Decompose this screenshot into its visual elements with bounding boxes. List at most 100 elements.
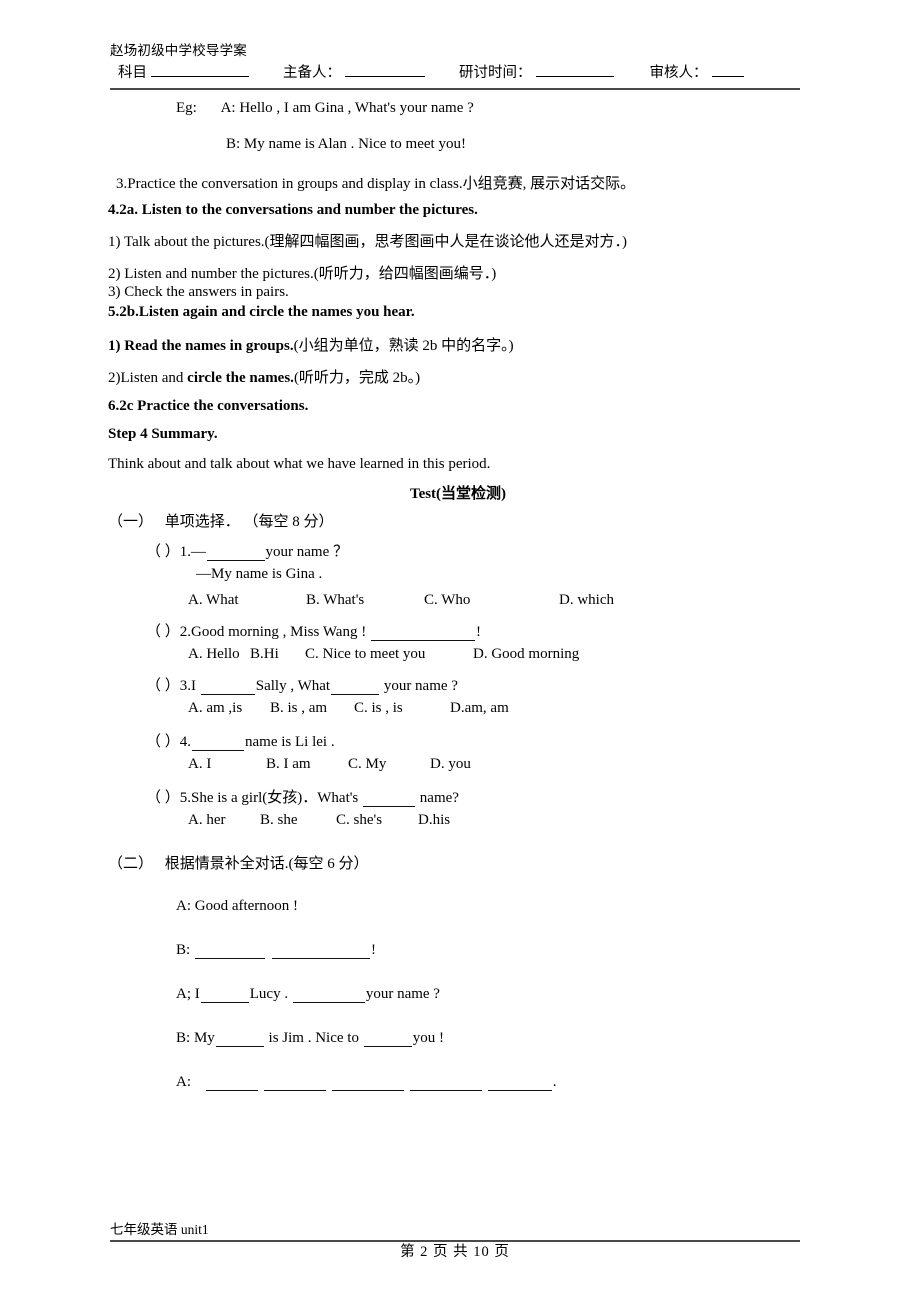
section-6-heading: 6.2c Practice the conversations.: [108, 398, 808, 415]
dialogue-line-2: B: !: [108, 942, 876, 959]
question-5-option-a[interactable]: A. her: [188, 812, 260, 829]
question-3-blank-1[interactable]: [200, 680, 255, 695]
question-5-stem-post: name?: [416, 790, 459, 806]
section-4-step-1-text: 1) Talk about the pictures.(理解四幅图画，思考图画中…: [108, 234, 628, 250]
question-2-option-c[interactable]: C. Nice to meet you: [305, 646, 473, 663]
question-3-option-d[interactable]: D.am, am: [450, 700, 509, 716]
section-5-heading: 5.2b.Listen again and circle the names y…: [108, 304, 808, 321]
question-2-stem-pre: Good morning , Miss Wang !: [191, 624, 370, 640]
question-1-answer-text: —My name is Gina .: [196, 566, 323, 582]
question-5-option-b[interactable]: B. she: [260, 812, 336, 829]
field-discussion-time-blank[interactable]: [535, 62, 614, 77]
section-4-step-2: 2) Listen and number the pictures.(听听力，给…: [108, 262, 808, 283]
dialogue-text-3: I: [194, 986, 200, 1002]
question-3-options: A. am ,is B. is , am C. is , is D.am, am: [108, 700, 888, 717]
question-5-bracket[interactable]: （ ）: [146, 790, 180, 806]
section-5-step-2-bold: circle the names.: [187, 370, 294, 386]
example-line-a: Eg: A: Hello , I am Gina , What's your n…: [108, 100, 876, 117]
dialogue-blank-4b[interactable]: [363, 1032, 412, 1047]
question-3-option-c[interactable]: C. is , is: [354, 700, 450, 717]
section-4-step-1: 1) Talk about the pictures.(理解四幅图画，思考图画中…: [108, 230, 808, 251]
question-1-option-a[interactable]: A. What: [188, 592, 306, 609]
example-line-b: B: My name is Alan . Nice to meet you!: [108, 136, 920, 153]
question-1-option-c[interactable]: C. Who: [424, 592, 559, 609]
question-4-option-c[interactable]: C. My: [348, 756, 430, 773]
footer-page-number: 第 2 页 共 10 页: [400, 1244, 510, 1260]
question-4-options: A. I B. I am C. My D. you: [108, 756, 888, 773]
footer-divider: [110, 1240, 800, 1242]
section-one-heading: （一） 单项选择． （每空 8 分）: [108, 510, 808, 531]
question-2-blank[interactable]: [370, 626, 475, 641]
section-one-label: （一）: [108, 514, 154, 530]
field-preparer-blank[interactable]: [345, 62, 425, 77]
question-4-number: 4.: [179, 734, 192, 750]
header-fields-row: 科目 主备人： 研讨时间： 审核人：: [110, 62, 800, 83]
question-2-option-a[interactable]: A. Hello: [188, 646, 250, 663]
question-4-stem-post: name is Li lei .: [245, 734, 335, 750]
question-1-bracket[interactable]: （ ）: [146, 544, 180, 560]
question-2-stem-post: !: [475, 624, 481, 640]
question-4-option-b[interactable]: B. I am: [266, 756, 348, 773]
step-4-body-text: Think about and talk about what we have …: [108, 456, 491, 472]
practice-item-3-text: 3.Practice the conversation in groups an…: [116, 176, 636, 192]
dialogue-blank-2a[interactable]: [194, 944, 265, 959]
dialogue-line-4-end: you !: [412, 1030, 444, 1046]
question-3-bracket[interactable]: （ ）: [146, 678, 180, 694]
section-4-heading-text: 4.2a. Listen to the conversations and nu…: [108, 202, 478, 218]
question-3-blank-2[interactable]: [331, 680, 380, 695]
question-4-option-d[interactable]: D. you: [430, 756, 471, 772]
section-one-title: 单项选择．: [164, 514, 240, 530]
question-1-option-d[interactable]: D. which: [559, 592, 614, 608]
question-4-option-a[interactable]: A. I: [188, 756, 266, 773]
question-1-option-b[interactable]: B. What's: [306, 592, 424, 609]
field-subject-label: 科目: [118, 64, 147, 81]
question-4-blank[interactable]: [192, 736, 245, 751]
question-3-number: 3.: [179, 678, 192, 694]
question-5-option-c[interactable]: C. she's: [336, 812, 418, 829]
dialogue-line-3-mid: Lucy .: [249, 986, 292, 1002]
dialogue-blank-2b[interactable]: [271, 944, 370, 959]
dialogue-text-1: Good afternoon !: [194, 898, 299, 914]
question-3-option-b[interactable]: B. is , am: [270, 700, 354, 717]
field-discussion-time-label: 研讨时间：: [459, 64, 532, 81]
section-4-heading: 4.2a. Listen to the conversations and nu…: [108, 202, 808, 219]
dialogue-blank-5d[interactable]: [409, 1076, 482, 1091]
dialogue-line-4-mid: is Jim . Nice to: [264, 1030, 363, 1046]
question-2-option-d[interactable]: D. Good morning: [473, 646, 579, 662]
section-5-step-2: 2)Listen and circle the names.(听听力，完成 2b…: [108, 366, 808, 387]
dialogue-blank-4a[interactable]: [215, 1032, 264, 1047]
section-5-step-2-rest: (听听力，完成 2b。): [293, 370, 421, 386]
dialogue-speaker-1: A:: [176, 898, 195, 914]
dialogue-blank-5c[interactable]: [331, 1076, 404, 1091]
school-title: 赵场初级中学校导学案: [110, 43, 247, 58]
question-3-stem-pre: I: [191, 678, 200, 694]
question-5-stem-pre: She is a girl(女孩)．What's: [191, 790, 363, 806]
field-subject-blank[interactable]: [151, 62, 249, 77]
example-text-a: A: Hello , I am Gina , What's your name …: [220, 100, 474, 116]
field-reviewer-blank[interactable]: [711, 62, 744, 77]
dialogue-blank-5a[interactable]: [205, 1076, 258, 1091]
question-2-bracket[interactable]: （ ）: [146, 624, 180, 640]
dialogue-blank-3b[interactable]: [292, 988, 365, 1003]
question-1-blank[interactable]: [206, 546, 265, 561]
question-4-stem: （ ）4. name is Li lei .: [108, 730, 846, 751]
question-2-options: A. Hello B.Hi C. Nice to meet you D. Good m…: [108, 646, 888, 663]
example-text-b: B: My name is Alan . Nice to meet you!: [226, 136, 466, 152]
question-5-options: A. her B. she C. she's D.his: [108, 812, 888, 829]
question-5-blank[interactable]: [363, 792, 416, 807]
dialogue-text-4: My: [193, 1030, 215, 1046]
dialogue-blank-3a[interactable]: [200, 988, 249, 1003]
question-4-bracket[interactable]: （ ）: [146, 734, 180, 750]
step-4-heading: Step 4 Summary.: [108, 426, 808, 443]
section-two-heading: （二） 根据情景补全对话.(每空 6 分）: [108, 852, 808, 873]
question-3-stem: （ ）3.I Sally , What your name ?: [108, 674, 846, 695]
question-5-option-d[interactable]: D.his: [418, 812, 450, 828]
dialogue-blank-5b[interactable]: [263, 1076, 326, 1091]
field-reviewer-label: 审核人：: [649, 64, 708, 81]
question-3-option-a[interactable]: A. am ,is: [188, 700, 270, 717]
footer-doc-label: 七年级英语 unit1: [110, 1222, 209, 1237]
question-1-dash: —: [191, 544, 206, 560]
question-2-option-b[interactable]: B.Hi: [250, 646, 305, 663]
practice-item-3: 3.Practice the conversation in groups an…: [108, 172, 816, 193]
dialogue-blank-5e[interactable]: [487, 1076, 552, 1091]
